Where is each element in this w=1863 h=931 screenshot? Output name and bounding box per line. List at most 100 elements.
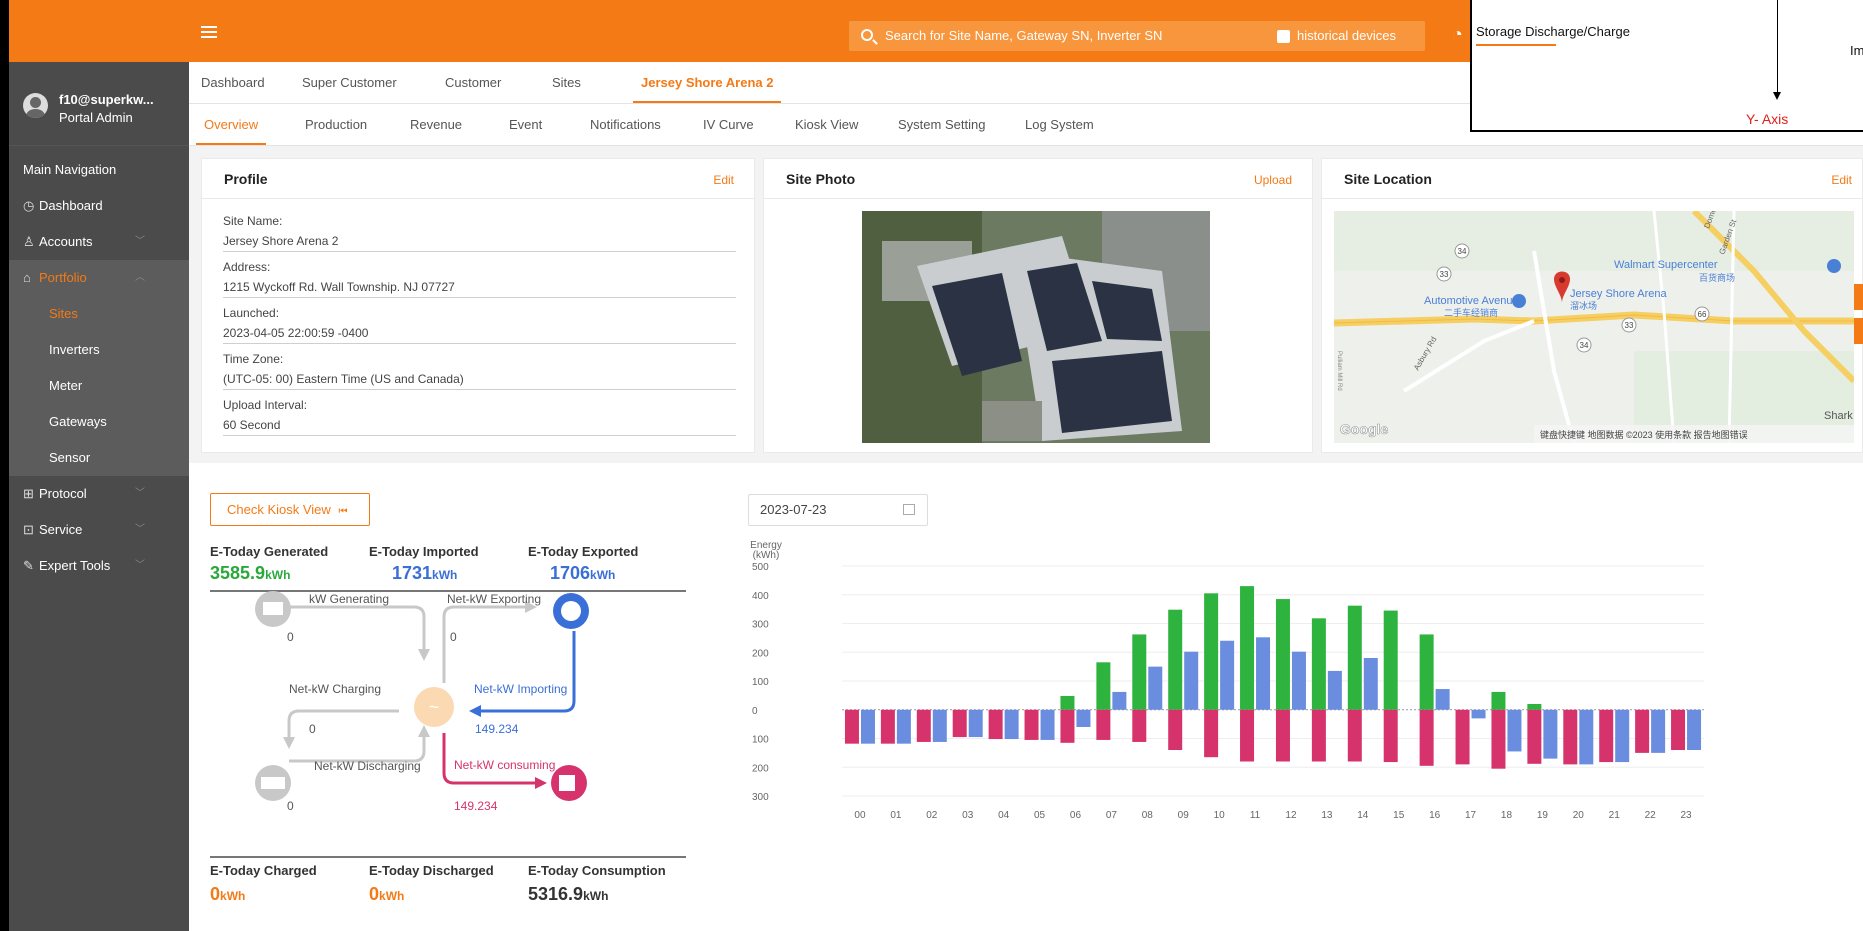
tab-customer[interactable]: Customer [445,62,501,103]
date-picker[interactable]: 2023-07-23 [748,494,928,526]
site-photo-card: Site Photo Upload [763,158,1313,453]
historical-devices-toggle[interactable]: historical devices [1265,21,1425,51]
bar-0 [1311,618,1326,710]
tab-revenue[interactable]: Revenue [410,104,462,145]
x-tick-label: 00 [854,810,866,821]
bar-2 [1112,691,1127,710]
bar-2 [932,709,947,742]
sidebar-item-expert-tools[interactable]: ✎ Expert Tools ﹀ [9,548,189,584]
tab-overview[interactable]: Overview [195,104,267,145]
notification-icon[interactable]: ◔ [1452,24,1463,45]
bar-1 [1599,709,1614,763]
tab-kiosk-view[interactable]: Kiosk View [795,104,858,145]
imported-label: E-Today Imported [369,544,479,559]
address-field: Address: 1215 Wyckoff Rd. Wall Township.… [223,257,736,298]
net-consuming-label: Net-kW consuming [454,758,555,772]
x-tick-label: 03 [962,810,974,821]
bar-0 [1275,599,1290,710]
charge-value-label: 0 [309,722,316,736]
bar-2 [1471,709,1486,719]
x-tick-label: 09 [1178,810,1190,821]
annotation-box: Storage Discharge/Charge Y- Axis Im [1470,0,1863,132]
x-tick-label: 22 [1645,810,1657,821]
sidebar-item-dashboard[interactable]: ◷ Dashboard [9,188,189,224]
sidebar-item-sensor[interactable]: Sensor [9,440,189,476]
field-value: 1215 Wyckoff Rd. Wall Township. NJ 07727 [223,280,455,294]
x-tick-label: 05 [1034,810,1046,821]
x-tick-label: 01 [890,810,902,821]
field-value: Jersey Shore Arena 2 [223,234,339,248]
tab-log-system[interactable]: Log System [1025,104,1094,145]
side-tab-2[interactable] [1854,318,1863,344]
tab-production[interactable]: Production [305,104,367,145]
unit-label: kWh [432,568,458,582]
bar-1 [880,709,895,744]
imported-value: 1731kWh [392,563,457,584]
y-tick-label: 300 [752,620,769,631]
sidebar-item-service[interactable]: ⊡ Service ﹀ [9,512,189,548]
tab-super-customer[interactable]: Super Customer [302,62,397,103]
y-tick-label: 200 [752,763,769,774]
sidebar-item-portfolio[interactable]: ⌂ Portfolio ︿ [9,260,189,296]
bar-2 [1687,709,1702,750]
bar-1 [1024,709,1039,740]
service-icon: ⊡ [23,522,34,537]
search-input[interactable]: Search for Site Name, Gateway SN, Invert… [849,21,1274,51]
bar-1 [1491,709,1506,769]
location-map[interactable]: 34 33 34 33 66 Walmart Supercenter 百货商场 … [1334,211,1854,443]
tab-sites[interactable]: Sites [552,62,581,103]
upload-link[interactable]: Upload [1254,173,1292,187]
tab-dashboard[interactable]: Dashboard [201,62,265,103]
user-name: f10@superkw... [59,92,154,107]
bar-0 [1383,610,1398,710]
historical-checkbox[interactable] [1277,30,1290,43]
sidebar-item-gateways[interactable]: Gateways [9,404,189,440]
chevron-up-icon: ︿ [135,272,145,283]
bar-1 [988,709,1003,740]
x-tick-label: 17 [1465,810,1477,821]
sidebar-item-protocol[interactable]: ⊞ Protocol ﹀ [9,476,189,512]
sidebar-item-sites[interactable]: Sites [9,296,189,332]
bar-1 [1096,709,1111,740]
imported-number: 1731 [392,563,433,583]
profile-edit-link[interactable]: Edit [713,173,734,187]
bar-1 [844,709,859,744]
field-label: Address: [223,260,271,274]
x-tick-label: 14 [1357,810,1369,821]
side-tab-1[interactable] [1854,284,1863,310]
bar-1 [1383,709,1398,763]
tab-jersey-shore-arena-2[interactable]: Jersey Shore Arena 2 [632,62,782,103]
x-tick-label: 15 [1393,810,1405,821]
field-value: (UTC-05: 00) Eastern Time (US and Canada… [223,372,464,386]
exported-value: 1706kWh [550,563,615,584]
y-tick-label: 400 [752,591,769,602]
bar-2 [1651,709,1666,753]
user-role: Portal Admin [59,110,133,125]
tab-iv-curve[interactable]: IV Curve [703,104,754,145]
site-location-header: Site Location Edit [1322,159,1862,199]
tab-notifications[interactable]: Notifications [590,104,661,145]
route-34-label: 34 [1458,247,1467,256]
export-value-label: 0 [450,630,457,644]
chevron-down-icon: ﹀ [135,524,145,535]
user-icon: ♙ [23,234,35,249]
bar-2 [1363,658,1378,710]
sidebar-item-accounts[interactable]: ♙ Accounts ﹀ [9,224,189,260]
tab-event[interactable]: Event [509,104,542,145]
bar-0 [1204,593,1219,710]
calendar-icon [903,504,915,515]
sidebar-item-inverters[interactable]: Inverters [9,332,189,368]
location-edit-link[interactable]: Edit [1831,173,1852,187]
check-kiosk-view-button[interactable]: Check Kiosk View ⏮ [210,493,370,526]
net-importing-label: Net-kW Importing [474,682,567,696]
sidebar-item-meter[interactable]: Meter [9,368,189,404]
bar-0 [1096,662,1111,710]
chevron-down-icon: ﹀ [135,236,145,247]
unit-label: kWh [265,568,291,582]
menu-toggle-icon[interactable] [201,26,217,40]
bar-0 [1132,634,1147,710]
profile-card: Profile Edit Site Name: Jersey Shore Are… [201,158,755,453]
discharge-value-label: 0 [287,799,294,813]
charged-label: E-Today Charged [210,863,317,878]
tab-system-setting[interactable]: System Setting [898,104,985,145]
